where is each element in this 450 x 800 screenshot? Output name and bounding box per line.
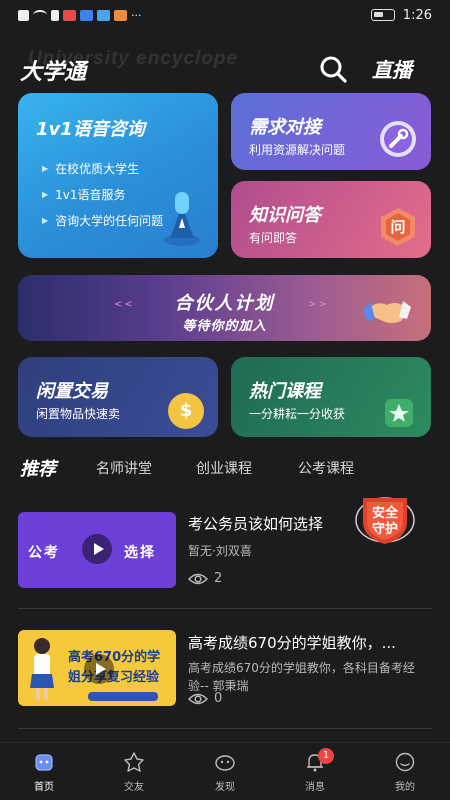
microphone-icon — [164, 192, 200, 246]
thumbnail-word-right: 选择 — [124, 545, 156, 561]
hot-course-subtitle: 一分耕耘一分收获 — [249, 407, 346, 421]
nav-messages[interactable]: 1 消息 — [285, 748, 345, 793]
list-item: ▶ 1v1语音服务 — [42, 181, 163, 207]
triangle-bullet-icon: ▶ — [42, 163, 49, 173]
knowledge-qa-subtitle: 有问即答 — [249, 231, 298, 245]
play-icon — [82, 534, 112, 564]
knowledge-qa-card[interactable]: 知识问答 有问即答 问 — [231, 181, 431, 258]
knowledge-qa-title: 知识问答 — [249, 205, 321, 226]
wifi-icon — [33, 10, 47, 20]
secondhand-trade-subtitle: 闲置物品快速卖 — [36, 407, 121, 421]
voice-consult-card[interactable]: 1v1语音咨询 ▶ 在校优质大学生 ▶ 1v1语音服务 ▶ 咨询大学的任何问题 — [18, 93, 218, 258]
demand-match-subtitle: 利用资源解决问题 — [249, 143, 346, 157]
list-item: ▶ 咨询大学的任何问题 — [42, 207, 163, 233]
battery-icon — [370, 9, 395, 21]
header: University encyclope 大学通 直播 — [0, 42, 450, 92]
alert-icon — [18, 9, 29, 21]
dollar-coin-icon: $ — [168, 393, 204, 429]
live-button[interactable]: 直播 — [372, 54, 412, 83]
tab-startup-course[interactable]: 创业课程 — [196, 452, 252, 484]
voice-consult-title: 1v1语音咨询 — [36, 119, 145, 140]
app-title: 大学通 — [20, 60, 87, 85]
hourglass-icon — [51, 9, 59, 21]
profile-icon — [395, 752, 415, 772]
unread-badge: 1 — [318, 748, 334, 764]
nav-label: 我的 — [395, 782, 415, 793]
divider — [18, 728, 432, 729]
app-icon-lightblue — [97, 9, 110, 21]
article-thumbnail[interactable]: 公考 选择 — [18, 512, 176, 588]
nav-label: 首页 — [34, 782, 54, 793]
voice-consult-list: ▶ 在校优质大学生 ▶ 1v1语音服务 ▶ 咨询大学的任何问题 — [42, 155, 163, 233]
tab-recommend[interactable]: 推荐 — [20, 452, 56, 484]
article-meta: 暂无·刘双喜 — [188, 544, 252, 558]
search-icon — [320, 56, 347, 83]
article-views: 0 — [188, 691, 222, 706]
nav-friends[interactable]: 交友 — [104, 751, 164, 793]
article-title[interactable]: 高考成绩670分的学姐教你，... — [188, 632, 433, 653]
list-item-label: 在校优质大学生 — [55, 161, 140, 176]
demand-match-title: 需求对接 — [249, 117, 321, 138]
divider — [18, 608, 432, 609]
status-bar: ··· 1:26 — [0, 0, 450, 30]
nav-profile[interactable]: 我的 — [375, 751, 435, 793]
app-icon-blue — [80, 9, 93, 21]
star-book-icon — [385, 399, 413, 427]
status-icons: ··· — [18, 9, 142, 22]
student-illustration — [30, 638, 54, 700]
wrench-icon — [380, 121, 416, 157]
nav-label: 交友 — [124, 782, 144, 793]
list-item: ▶ 在校优质大学生 — [42, 155, 163, 181]
home-icon — [35, 754, 53, 771]
article-thumbnail[interactable]: 高考670分的学 姐分享复习经验 — [18, 630, 176, 706]
partner-plan-banner[interactable]: << >> 合伙人计划 等待你的加入 — [18, 275, 431, 341]
article-views: 2 — [188, 571, 222, 586]
bottom-navigation: 首页 交友 发现 1 消息 我的 — [0, 742, 450, 800]
nav-home[interactable]: 首页 — [14, 751, 74, 793]
discover-icon — [215, 755, 235, 771]
clock: 1:26 — [402, 7, 432, 23]
tab-civil-exam-course[interactable]: 公考课程 — [298, 452, 354, 484]
app-icon-orange — [114, 9, 127, 21]
handshake-icon — [363, 301, 411, 323]
star-face-icon — [124, 752, 144, 772]
article-meta-line1: 高考成绩670分的学姐教你，各科目备考经 — [188, 661, 415, 675]
hot-course-title: 热门课程 — [249, 381, 321, 402]
view-count: 2 — [214, 571, 223, 586]
app-icon-red — [63, 9, 76, 21]
more-notifications: ··· — [131, 8, 142, 22]
security-shield-badge[interactable]: 安全 守护 — [355, 494, 415, 546]
triangle-bullet-icon: ▶ — [42, 215, 49, 225]
view-count: 0 — [214, 691, 223, 706]
demand-match-card[interactable]: 需求对接 利用资源解决问题 — [231, 93, 431, 170]
eye-icon — [188, 573, 208, 584]
security-badge-line2: 守护 — [371, 522, 398, 537]
question-badge-text: 问 — [390, 218, 406, 236]
thumbnail-word-left: 公考 — [28, 545, 60, 561]
search-button[interactable] — [318, 54, 348, 84]
list-item-label: 1v1语音服务 — [55, 187, 126, 202]
thumbnail-tag — [88, 692, 158, 701]
triangle-bullet-icon: ▶ — [42, 189, 49, 199]
thumbnail-line1: 高考670分的学 — [68, 650, 161, 665]
secondhand-trade-card[interactable]: 闲置交易 闲置物品快速卖 $ — [18, 357, 218, 437]
article-title[interactable]: 考公务员该如何选择 — [188, 513, 358, 534]
hot-course-card[interactable]: 热门课程 一分耕耘一分收获 — [231, 357, 431, 437]
list-item-label: 咨询大学的任何问题 — [55, 213, 164, 228]
nav-discover[interactable]: 发现 — [195, 751, 255, 793]
eye-icon — [188, 693, 208, 704]
tab-famous-teacher[interactable]: 名师讲堂 — [96, 452, 152, 484]
question-badge-icon: 问 — [377, 206, 419, 248]
play-icon — [84, 654, 114, 684]
secondhand-trade-title: 闲置交易 — [36, 381, 108, 402]
nav-label: 消息 — [305, 782, 325, 793]
nav-label: 发现 — [215, 782, 235, 793]
category-tabs: 推荐 名师讲堂 创业课程 公考课程 — [0, 452, 450, 484]
